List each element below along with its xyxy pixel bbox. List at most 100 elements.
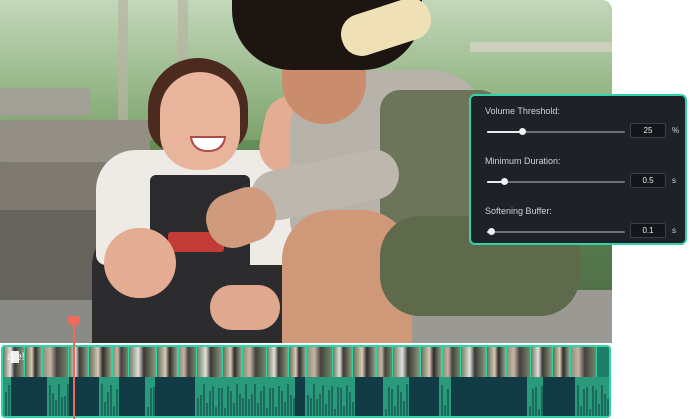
clip-thumbnail xyxy=(531,347,553,377)
clip-thumbnail xyxy=(333,347,353,377)
waveform-bar xyxy=(343,406,345,416)
softening-buffer-unit: s xyxy=(672,226,676,235)
audio-segment xyxy=(305,377,355,416)
volume-threshold-slider[interactable] xyxy=(487,128,625,135)
audio-segment xyxy=(383,377,409,416)
waveform-bar xyxy=(385,409,387,416)
clip-thumbnail xyxy=(197,347,223,377)
softening-buffer-input[interactable]: 0.1 xyxy=(630,223,666,238)
waveform-bar xyxy=(529,406,531,416)
minimum-duration-label: Minimum Duration: xyxy=(485,156,561,166)
waveform-bar xyxy=(52,393,54,416)
clip-thumbnail xyxy=(353,347,377,377)
waveform-bar xyxy=(147,407,149,416)
clip-thumbnail xyxy=(393,347,421,377)
silent-segment xyxy=(119,377,145,416)
waveform-bar xyxy=(340,388,342,416)
clip-thumbnail xyxy=(25,347,43,377)
waveform-bar xyxy=(55,400,57,416)
softening-buffer-label: Softening Buffer: xyxy=(485,206,552,216)
waveform-bar xyxy=(212,386,214,416)
waveform-bar xyxy=(349,392,351,416)
clip-thumbnail xyxy=(421,347,443,377)
clip-thumbnail xyxy=(289,347,307,377)
waveform-bar xyxy=(64,396,66,416)
clip-thumbnail xyxy=(461,347,487,377)
waveform-bar xyxy=(58,384,60,416)
silent-segment xyxy=(543,377,575,416)
waveform-bar xyxy=(331,386,333,416)
waveform-bar xyxy=(580,406,582,416)
waveform-bar xyxy=(337,387,339,416)
waveform-bar xyxy=(598,404,600,416)
waveform-bar xyxy=(209,391,211,416)
minimum-duration-input[interactable]: 0.5 xyxy=(630,173,666,188)
silent-segment xyxy=(155,377,195,416)
waveform-bar xyxy=(441,385,443,416)
waveform-bar xyxy=(113,406,115,416)
waveform-bar xyxy=(203,384,205,416)
person-left-knee xyxy=(104,228,176,298)
waveform-bar xyxy=(316,399,318,416)
waveform-bar xyxy=(49,385,51,416)
waveform-bar xyxy=(397,385,399,416)
waveform-bar xyxy=(290,395,292,416)
waveform-bar xyxy=(275,407,277,416)
slider-thumb[interactable] xyxy=(500,178,508,185)
clip-thumbnail xyxy=(43,347,69,377)
waveform-bar xyxy=(227,386,229,416)
waveform-bar xyxy=(589,409,591,416)
clip-thumbnail xyxy=(113,347,129,377)
volume-threshold-label: Volume Threshold: xyxy=(485,106,560,116)
waveform-bar xyxy=(272,388,274,416)
waveform-bar xyxy=(447,389,449,416)
timeline-clip[interactable]: ale! xyxy=(1,345,611,418)
waveform-bar xyxy=(257,403,259,416)
clip-thumbnail xyxy=(487,347,507,377)
waveform-bar xyxy=(313,384,315,416)
waveform-bar xyxy=(334,409,336,416)
waveform-bar xyxy=(592,386,594,416)
audio-segment xyxy=(575,377,609,416)
slider-fill xyxy=(487,131,522,133)
waveform-bar xyxy=(388,387,390,416)
waveform-bar xyxy=(406,384,408,416)
slider-thumb[interactable] xyxy=(488,228,496,235)
person-left-arm xyxy=(210,285,280,330)
waveform-bar xyxy=(263,386,265,416)
waveform-bar xyxy=(310,398,312,416)
waveform-bar xyxy=(346,385,348,416)
clip-thumbnail xyxy=(223,347,243,377)
silent-segment xyxy=(409,377,439,416)
audio-segment xyxy=(145,377,155,416)
waveform-bar xyxy=(538,409,540,416)
minimum-duration-slider[interactable] xyxy=(487,178,625,185)
clip-thumbnail xyxy=(157,347,179,377)
softening-buffer-slider[interactable] xyxy=(487,228,625,235)
silent-segment xyxy=(11,377,47,416)
silence-detection-panel: Volume Threshold: 25 % Minimum Duration:… xyxy=(469,94,687,245)
waveform-bar xyxy=(269,388,271,416)
clip-thumbnail xyxy=(571,347,597,377)
waveform-bar xyxy=(607,399,609,416)
volume-threshold-input[interactable]: 25 xyxy=(630,123,666,138)
waveform-bar xyxy=(595,390,597,416)
waveform-bar xyxy=(251,394,253,416)
slider-thumb[interactable] xyxy=(518,128,526,135)
waveform-bar xyxy=(200,395,202,416)
clip-label: ale! xyxy=(7,351,25,363)
clip-thumbnail xyxy=(129,347,157,377)
waveform-bar xyxy=(104,402,106,416)
fence xyxy=(470,42,612,52)
audio-segment xyxy=(3,377,11,416)
playhead[interactable] xyxy=(73,322,75,419)
clip-thumbnail xyxy=(553,347,571,377)
waveform-bar xyxy=(391,389,393,416)
clip-thumbnail xyxy=(507,347,531,377)
waveform-bar xyxy=(5,392,7,416)
clip-thumbnail xyxy=(69,347,89,377)
waveform-bar xyxy=(110,385,112,416)
waveform-bar xyxy=(224,408,226,416)
waveform-bar xyxy=(444,405,446,416)
waveform-bar xyxy=(601,385,603,416)
